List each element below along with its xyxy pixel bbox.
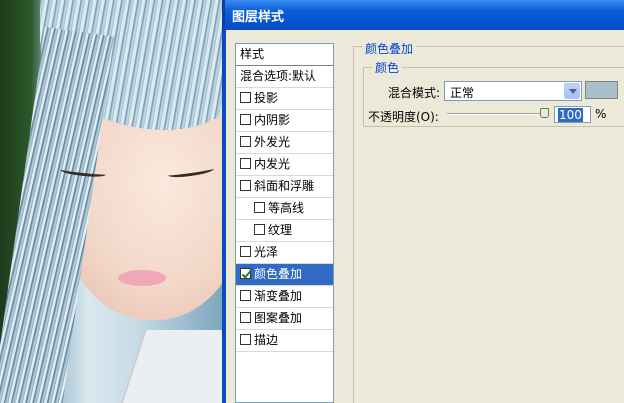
- checkbox-checked[interactable]: [240, 268, 251, 279]
- style-item[interactable]: 光泽: [236, 242, 333, 264]
- color-section-title: 颜色: [372, 59, 403, 76]
- opacity-slider-thumb[interactable]: [540, 108, 549, 118]
- window-title: 图层样式: [232, 10, 285, 25]
- styles-list-header[interactable]: 样式: [236, 44, 333, 66]
- style-item-label: 描边: [254, 333, 279, 347]
- style-item[interactable]: 内发光: [236, 154, 333, 176]
- chevron-down-icon[interactable]: [564, 83, 580, 99]
- style-item-label: 光泽: [254, 245, 279, 259]
- style-item-label: 纹理: [268, 223, 293, 237]
- style-item-label: 外发光: [254, 135, 291, 149]
- style-item[interactable]: 外发光: [236, 132, 333, 154]
- checkbox[interactable]: [240, 114, 251, 125]
- title-bar[interactable]: 图层样式: [222, 0, 624, 30]
- checkbox[interactable]: [240, 92, 251, 103]
- photo-lips: [118, 270, 166, 286]
- style-item-label: 混合选项:默认: [240, 69, 317, 83]
- style-item-label: 斜面和浮雕: [254, 179, 315, 193]
- checkbox[interactable]: [240, 312, 251, 323]
- style-item[interactable]: 描边: [236, 330, 333, 352]
- style-item[interactable]: 斜面和浮雕: [236, 176, 333, 198]
- opacity-input[interactable]: 100: [554, 106, 591, 123]
- blend-mode-label: 混合模式:: [388, 86, 441, 100]
- checkbox[interactable]: [254, 202, 265, 213]
- style-item[interactable]: 纹理: [236, 220, 333, 242]
- style-item-label: 渐变叠加: [254, 289, 303, 303]
- checkbox[interactable]: [240, 246, 251, 257]
- checkbox[interactable]: [240, 290, 251, 301]
- checkbox[interactable]: [240, 180, 251, 191]
- overlay-color-swatch[interactable]: [585, 81, 618, 99]
- style-item[interactable]: 颜色叠加: [236, 264, 333, 286]
- checkbox[interactable]: [240, 136, 251, 147]
- checkbox[interactable]: [240, 158, 251, 169]
- opacity-slider-track[interactable]: [447, 113, 547, 115]
- style-item-label: 颜色叠加: [254, 267, 303, 281]
- style-item[interactable]: 混合选项:默认: [236, 66, 333, 88]
- style-item-label: 内阴影: [254, 113, 291, 127]
- style-item[interactable]: 内阴影: [236, 110, 333, 132]
- style-item-label: 图案叠加: [254, 311, 303, 325]
- layer-style-dialog: 图层样式 样式 混合选项:默认 投影 内阴影 外发光 内发光 斜面和浮雕 等高线 纹理 光泽 颜色…: [222, 0, 624, 403]
- photo-collar: [115, 330, 222, 403]
- opacity-unit: %: [595, 107, 607, 121]
- checkbox[interactable]: [240, 334, 251, 345]
- styles-list: 样式 混合选项:默认投影内阴影外发光内发光斜面和浮雕等高线纹理光泽颜色叠加渐变叠…: [235, 43, 334, 403]
- style-item[interactable]: 投影: [236, 88, 333, 110]
- opacity-value: 100: [558, 108, 583, 122]
- blend-mode-value: 正常: [450, 86, 475, 100]
- opacity-label: 不透明度(O):: [368, 110, 439, 124]
- window-frame: [222, 30, 226, 403]
- style-item-label: 等高线: [268, 201, 305, 215]
- style-item[interactable]: 图案叠加: [236, 308, 333, 330]
- style-item-label: 内发光: [254, 157, 291, 171]
- blend-mode-select[interactable]: 正常: [444, 81, 582, 101]
- checkbox[interactable]: [254, 224, 265, 235]
- style-item[interactable]: 渐变叠加: [236, 286, 333, 308]
- style-item[interactable]: 等高线: [236, 198, 333, 220]
- color-overlay-group-title: 颜色叠加: [362, 40, 417, 57]
- background-photo: [0, 0, 222, 403]
- style-item-label: 投影: [254, 91, 279, 105]
